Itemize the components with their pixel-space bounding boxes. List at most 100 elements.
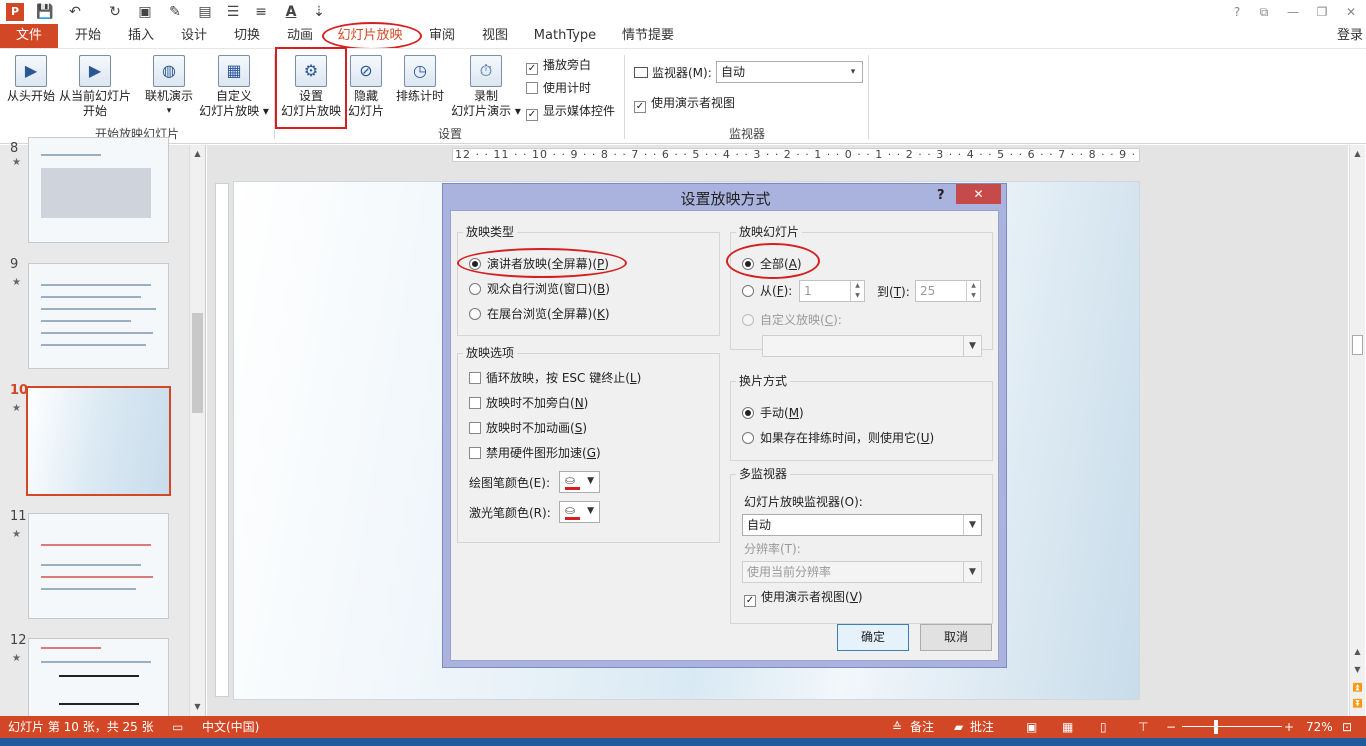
- dialog-help-icon[interactable]: ?: [937, 188, 945, 203]
- fit-slide-icon[interactable]: ⊡: [1342, 716, 1352, 738]
- custom-slide-show-button[interactable]: ▦ 自定义 幻灯片放映 ▾: [196, 55, 272, 119]
- kiosk-fullscreen-radio[interactable]: 在展台浏览(全屏幕)(K): [469, 306, 610, 322]
- normal-view-icon[interactable]: ▣: [1026, 716, 1037, 738]
- slide-sorter-icon[interactable]: ▦: [1062, 716, 1073, 738]
- spinner-arrows-icon[interactable]: ▲ ▼: [850, 281, 864, 301]
- notes-button[interactable]: 备注: [910, 716, 934, 738]
- from-slide-spinner[interactable]: 1 ▲ ▼: [799, 280, 865, 302]
- ribbon-display-icon[interactable]: ⧉: [1253, 2, 1275, 22]
- dialog-presenter-view-checkbox[interactable]: ✓ 使用演示者视图(V): [744, 589, 863, 607]
- slide-thumbnail-active[interactable]: [26, 386, 171, 496]
- play-narrations-checkbox[interactable]: ✓ 播放旁白: [526, 57, 591, 75]
- thumb-star: ★: [12, 403, 21, 414]
- previous-slide-icon[interactable]: ⏫: [1350, 681, 1365, 695]
- tab-view[interactable]: 视图: [469, 24, 521, 48]
- cancel-button[interactable]: 取消: [920, 624, 992, 651]
- zoom-slider-thumb[interactable]: [1214, 720, 1218, 734]
- spinner-arrows-icon[interactable]: ▲ ▼: [966, 281, 980, 301]
- scroll-down-icon[interactable]: ▼: [190, 700, 205, 714]
- scroll-thumb[interactable]: [192, 313, 203, 413]
- tab-slide-show[interactable]: 幻灯片放映: [326, 24, 414, 48]
- font-color-icon[interactable]: A: [282, 3, 300, 21]
- start-presentation-icon[interactable]: ▣: [136, 3, 154, 21]
- tab-transitions[interactable]: 切换: [221, 24, 273, 48]
- tab-home[interactable]: 开始: [62, 24, 114, 48]
- customize-qat-icon[interactable]: ⇣: [310, 3, 328, 21]
- slide-range-radio[interactable]: 从(F):: [742, 283, 792, 299]
- editor-scrollbar[interactable]: ▲ ▲ ▼ ⏫ ⏬: [1349, 145, 1365, 716]
- no-narration-checkbox[interactable]: 放映时不加旁白(N): [469, 395, 588, 411]
- scroll-up-icon[interactable]: ▲: [1350, 147, 1365, 161]
- select-value: 自动: [747, 518, 772, 532]
- checkbox-key: L: [629, 371, 637, 385]
- disable-hw-accel-checkbox[interactable]: 禁用硬件图形加速(G): [469, 445, 601, 461]
- radio-key: M: [788, 406, 800, 420]
- use-presenter-view-checkbox[interactable]: ✓ 使用演示者视图: [634, 95, 735, 113]
- ok-button[interactable]: 确定: [837, 624, 909, 651]
- format-painter-icon[interactable]: ✎: [166, 3, 184, 21]
- language-indicator[interactable]: 中文(中国): [202, 716, 259, 738]
- tab-storyboard[interactable]: 情节提要: [612, 24, 684, 48]
- laser-color-button[interactable]: ⛀ ▼: [559, 501, 600, 523]
- redo-icon[interactable]: ↻: [106, 3, 124, 21]
- zoom-slider[interactable]: [1182, 726, 1282, 727]
- scroll-up-icon[interactable]: ▲: [1350, 645, 1365, 659]
- slide-thumbnail[interactable]: [28, 263, 169, 369]
- save-icon[interactable]: 💾: [36, 3, 54, 21]
- slideshow-view-icon[interactable]: ⊤: [1138, 716, 1148, 738]
- zoom-in-icon[interactable]: +: [1284, 716, 1294, 738]
- hide-slide-label: 隐藏: [353, 89, 378, 103]
- list-icon[interactable]: ☰: [224, 3, 242, 21]
- slide-thumbnail[interactable]: [28, 513, 169, 619]
- pen-color-button[interactable]: ⛀ ▼: [559, 471, 600, 493]
- help-icon[interactable]: ?: [1226, 2, 1248, 22]
- use-timings-radio[interactable]: 如果存在排练时间，则使用它(U): [742, 430, 934, 446]
- no-animation-checkbox[interactable]: 放映时不加动画(S): [469, 420, 587, 436]
- show-media-controls-checkbox[interactable]: ✓ 显示媒体控件: [526, 103, 615, 121]
- use-timings-checkbox[interactable]: 使用计时: [526, 80, 591, 96]
- zoom-out-icon[interactable]: −: [1166, 716, 1176, 738]
- zoom-level[interactable]: 72%: [1306, 716, 1333, 738]
- slideshow-monitor-select[interactable]: 自动 ▼: [742, 514, 982, 536]
- close-window-icon[interactable]: ✕: [1340, 2, 1362, 22]
- tab-design[interactable]: 设计: [168, 24, 220, 48]
- tab-review[interactable]: 审阅: [417, 24, 467, 48]
- from-current-slide-button[interactable]: ▶ 从当前幻灯片 开始: [58, 55, 132, 119]
- tab-animations[interactable]: 动画: [274, 24, 326, 48]
- comments-button[interactable]: 批注: [970, 716, 994, 738]
- document-icon[interactable]: ▤: [196, 3, 214, 21]
- manual-advance-radio[interactable]: 手动(M): [742, 405, 804, 421]
- record-slide-show-button[interactable]: ⏱ 录制 幻灯片演示 ▾: [450, 55, 522, 119]
- next-slide-icon[interactable]: ⏬: [1350, 697, 1365, 711]
- hide-slide-button[interactable]: ⊘ 隐藏 幻灯片: [346, 55, 386, 119]
- minimize-icon[interactable]: —: [1282, 2, 1304, 22]
- from-beginning-label: 从头开始: [6, 89, 55, 103]
- login-link[interactable]: 登录: [1334, 24, 1366, 48]
- monitor-select[interactable]: 自动 ▾: [716, 61, 863, 83]
- undo-icon[interactable]: ↶: [66, 3, 84, 21]
- all-slides-radio[interactable]: 全部(A): [742, 256, 802, 272]
- powerpoint-logo-icon[interactable]: P: [6, 3, 24, 21]
- browsed-window-radio[interactable]: 观众自行浏览(窗口)(B): [469, 281, 610, 297]
- online-present-button[interactable]: ◍ 联机演示 ▾: [140, 55, 198, 119]
- align-icon[interactable]: ≡: [252, 3, 270, 21]
- tab-file[interactable]: 文件: [0, 24, 58, 48]
- spellcheck-icon[interactable]: ▭: [172, 716, 183, 738]
- restore-icon[interactable]: ❐: [1311, 2, 1333, 22]
- slide-thumbnail[interactable]: [28, 137, 169, 243]
- thumb-scrollbar[interactable]: ▲ ▼: [189, 145, 205, 716]
- scroll-down-icon[interactable]: ▼: [1350, 663, 1365, 677]
- setup-slide-show-button[interactable]: ⚙ 设置 幻灯片放映: [278, 55, 344, 119]
- select-value: 使用当前分辨率: [747, 565, 832, 579]
- from-beginning-button[interactable]: ▶ 从头开始: [4, 55, 58, 104]
- reading-view-icon[interactable]: ▯: [1100, 716, 1107, 738]
- scroll-up-icon[interactable]: ▲: [190, 147, 205, 161]
- tab-mathtype[interactable]: MathType: [525, 24, 605, 48]
- rehearse-timings-button[interactable]: ◷ 排练计时: [392, 55, 448, 104]
- loop-until-esc-checkbox[interactable]: 循环放映，按 ESC 键终止(L): [469, 370, 641, 386]
- to-slide-spinner[interactable]: 25 ▲ ▼: [915, 280, 981, 302]
- presenter-fullscreen-radio[interactable]: 演讲者放映(全屏幕)(P): [469, 256, 609, 272]
- scroll-thumb[interactable]: [1352, 335, 1363, 355]
- tab-insert[interactable]: 插入: [116, 24, 166, 48]
- dialog-close-button[interactable]: ✕: [956, 184, 1001, 204]
